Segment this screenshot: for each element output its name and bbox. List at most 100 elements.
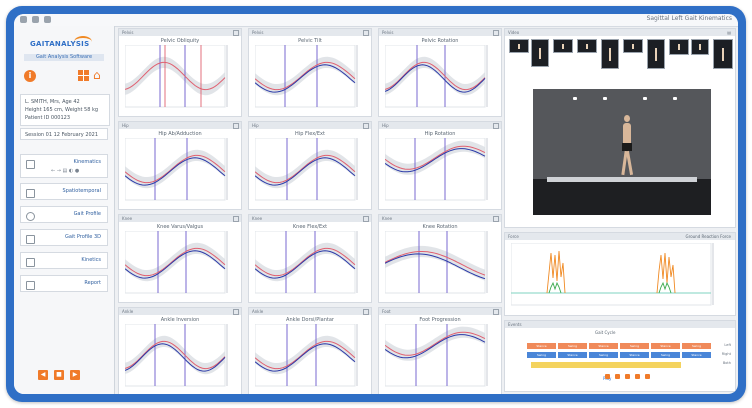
sidebar-item-gait-profile-3d[interactable]: Gait Profile 3D [20, 229, 108, 246]
timeline-segment[interactable]: Swing [527, 352, 556, 358]
app-subtitle: Gait Analysis Software [24, 54, 104, 61]
video-thumbnail[interactable] [509, 39, 529, 53]
grid-icon[interactable] [78, 70, 89, 81]
video-player[interactable] [533, 89, 711, 215]
video-thumbnail[interactable] [669, 39, 689, 55]
window-settings-icon[interactable] [44, 16, 51, 23]
panel-header: Force Ground Reaction Force [505, 233, 735, 240]
kinematic-plot[interactable]: Pelvis Pelvic Obliquity [118, 28, 242, 117]
maximize-icon[interactable] [493, 30, 499, 36]
maximize-icon[interactable] [233, 216, 239, 222]
treadmill-belt [547, 177, 697, 182]
session-selector[interactable]: Session 01 12 February 2021 [20, 128, 108, 140]
timeline-segment[interactable]: Stance [558, 352, 587, 358]
kinematic-plot[interactable]: Ankle Ankle Dorsi/Plantar [248, 307, 372, 394]
play-button[interactable] [625, 374, 630, 379]
ceiling-light [673, 97, 677, 100]
video-thumbnail[interactable] [623, 39, 643, 53]
kinematic-plot[interactable]: Pelvis Pelvic Rotation [378, 28, 502, 117]
timeline-segment[interactable]: Swing [558, 343, 587, 349]
plot-header-label: Pelvis [252, 30, 264, 35]
maximize-icon[interactable] [493, 309, 499, 315]
video-thumbnail[interactable] [531, 39, 549, 67]
document-icon [26, 160, 35, 169]
maximize-icon[interactable] [363, 123, 369, 129]
app-screen: Sagittal Left Gait Kinematics GAITANALYS… [14, 14, 738, 394]
maximize-icon[interactable] [363, 30, 369, 36]
document-icon [26, 189, 35, 198]
video-thumbnail[interactable] [601, 39, 619, 69]
kinematic-plot[interactable]: Knee Knee Flex/Ext [248, 214, 372, 303]
plot-canvas [125, 231, 228, 294]
video-thumbnail[interactable] [553, 39, 573, 53]
timeline-row-label: Right [721, 352, 731, 356]
info-icon[interactable]: i [24, 70, 36, 82]
sidebar-item-gait-profile[interactable]: Gait Profile [20, 206, 108, 223]
timeline-segment[interactable]: Swing [589, 352, 618, 358]
timeline-panel: Events Gait Cycle Stance Swing Stance Swing… [504, 320, 736, 392]
video-thumbnail[interactable] [647, 39, 665, 69]
timeline-segment[interactable]: Swing [682, 343, 711, 349]
sidebar-item-spatiotemporal[interactable]: Spatiotemporal [20, 183, 108, 200]
force-panel-title: Ground Reaction Force [685, 234, 731, 239]
video-thumbnail[interactable] [691, 39, 709, 55]
timeline-both-bar[interactable] [531, 362, 681, 368]
kinematic-plot[interactable]: Ankle Ankle Inversion [118, 307, 242, 394]
maximize-icon[interactable] [493, 123, 499, 129]
gait-timeline[interactable]: Stance Swing Stance Swing Stance Swing Swing St… [527, 341, 727, 394]
kinematic-plot[interactable]: Hip Hip Flex/Ext [248, 121, 372, 210]
kinematics-tools[interactable]: ← → ▤ ◐ ● [51, 168, 79, 174]
sidebar-item-label: Kinetics [81, 257, 101, 263]
plot-header-label: Ankle [122, 309, 134, 314]
video-thumbnail[interactable] [713, 39, 733, 69]
home-icon[interactable]: ⌂ [93, 69, 106, 82]
window-back-icon[interactable] [32, 16, 39, 23]
video-menu-icon[interactable]: ▤ [727, 29, 731, 36]
plot-header: Hip [249, 122, 371, 129]
kinematic-plot[interactable]: Hip Hip Ab/Adduction [118, 121, 242, 210]
next-button[interactable]: ▶ [70, 370, 80, 380]
plot-header-label: Knee [382, 216, 393, 221]
kinematic-plot[interactable]: Knee Knee Varus/Valgus [118, 214, 242, 303]
sidebar-item-kinetics[interactable]: Kinetics [20, 252, 108, 269]
timeline-segment[interactable]: Stance [651, 343, 680, 349]
maximize-icon[interactable] [363, 216, 369, 222]
maximize-icon[interactable] [233, 123, 239, 129]
timeline-segment[interactable]: Swing [651, 352, 680, 358]
rewind-button[interactable] [605, 374, 610, 379]
ceiling-light [603, 97, 607, 100]
window-menu-icon[interactable] [20, 16, 27, 23]
plot-title: Pelvic Obliquity [160, 38, 200, 44]
circle-icon [26, 212, 35, 221]
timeline-segment[interactable]: Stance [620, 352, 649, 358]
video-thumbnail[interactable] [577, 39, 597, 53]
timeline-segment[interactable]: Swing [620, 343, 649, 349]
window-title-bar: Sagittal Left Gait Kinematics [14, 14, 738, 27]
previous-button[interactable]: ◀ [38, 370, 48, 380]
patient-id: Patient ID 000123 [25, 115, 70, 121]
plot-header: Pelvis [379, 29, 501, 36]
plot-header: Hip [119, 122, 241, 129]
kinematic-plot[interactable]: Hip Hip Rotation [378, 121, 502, 210]
kinematic-plot[interactable]: Knee Knee Rotation [378, 214, 502, 303]
maximize-icon[interactable] [233, 30, 239, 36]
stop-button[interactable]: ■ [54, 370, 64, 380]
maximize-icon[interactable] [233, 309, 239, 315]
kinematic-plot[interactable]: Pelvis Pelvic Tilt [248, 28, 372, 117]
timeline-segment[interactable]: Stance [527, 343, 556, 349]
maximize-icon[interactable] [363, 309, 369, 315]
patient-info[interactable]: L. SMITH, Mrs, Age 42 Height 165 cm, Wei… [20, 94, 110, 126]
plot-canvas [125, 45, 228, 108]
kinematic-plot[interactable]: Foot Foot Progression [378, 307, 502, 394]
fast-forward-button[interactable] [645, 374, 650, 379]
maximize-icon[interactable] [493, 216, 499, 222]
sidebar-item-kinematics[interactable]: Kinematics ← → ▤ ◐ ● [20, 154, 108, 178]
app-logo: GAITANALYSIS [30, 34, 100, 54]
timeline-row-label: Both [722, 361, 731, 365]
step-forward-button[interactable] [635, 374, 640, 379]
timeline-segment[interactable]: Stance [589, 343, 618, 349]
timeline-segment[interactable]: Stance [682, 352, 711, 358]
step-back-button[interactable] [615, 374, 620, 379]
ceiling-light [643, 97, 647, 100]
sidebar-item-report[interactable]: Report [20, 275, 108, 292]
